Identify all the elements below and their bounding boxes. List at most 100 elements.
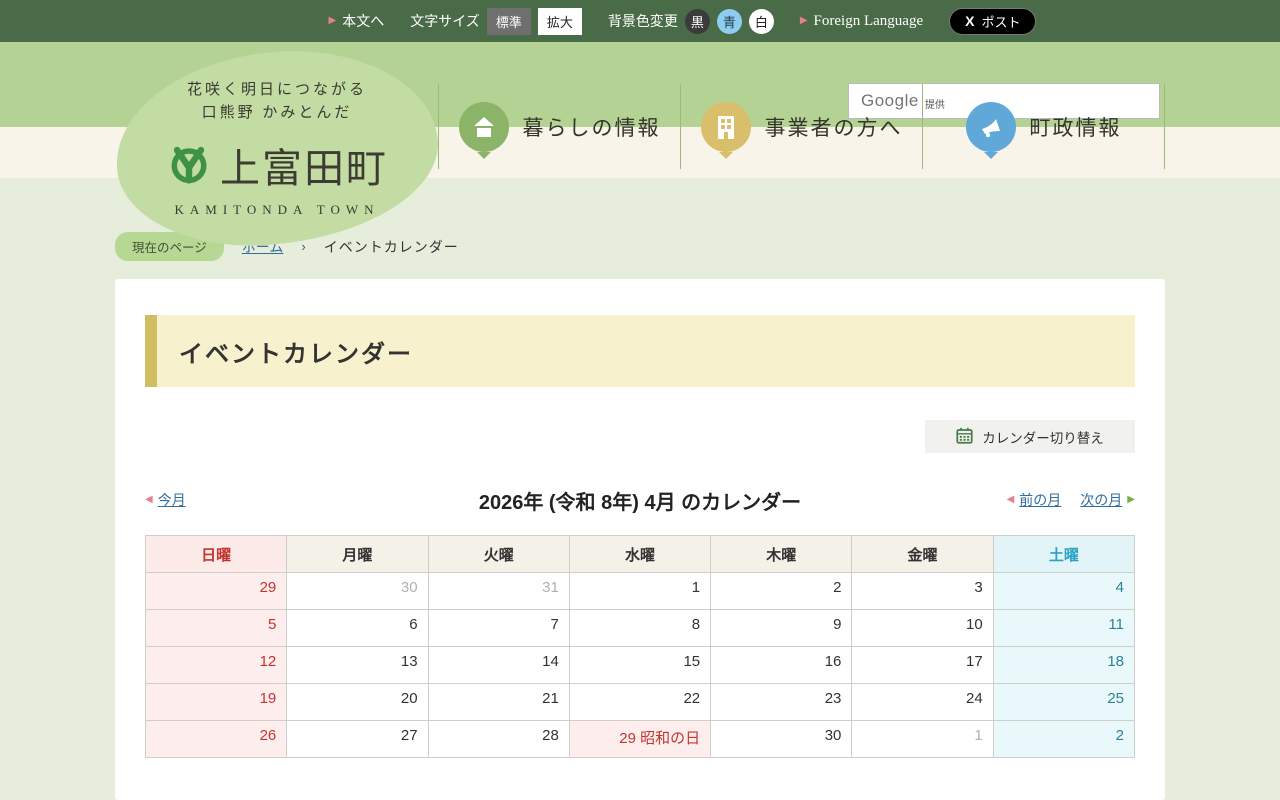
calendar-icon xyxy=(956,427,973,447)
site-header: Google 提供 暮らしの情報 xyxy=(0,42,1280,178)
building-balloon-icon xyxy=(701,102,751,152)
calendar-week-row: 26272829 昭和の日3012 xyxy=(146,721,1135,758)
breadcrumb-current: イベントカレンダー xyxy=(324,237,459,257)
day-cell: 16 xyxy=(711,647,852,684)
calendar-week-row: 567891011 xyxy=(146,610,1135,647)
logo-tagline-line2: 口熊野 かみとんだ xyxy=(166,102,388,125)
calendar-body: 2930311234567891011121314151617181920212… xyxy=(146,573,1135,758)
weekday-header: 水曜 xyxy=(569,536,710,573)
nav-item-living-info[interactable]: 暮らしの情報 xyxy=(438,84,680,169)
day-cell: 24 xyxy=(852,684,993,721)
bg-color-blue-button[interactable]: 青 xyxy=(717,9,742,34)
day-cell: 9 xyxy=(711,610,852,647)
day-cell: 1 xyxy=(852,721,993,758)
day-cell: 4 xyxy=(993,573,1134,610)
holiday-day-cell: 29 昭和の日 xyxy=(569,721,710,758)
day-cell: 19 xyxy=(146,684,287,721)
weekday-header: 金曜 xyxy=(852,536,993,573)
day-cell: 31 xyxy=(428,573,569,610)
weekday-header: 火曜 xyxy=(428,536,569,573)
nav-item-label: 町政情報 xyxy=(1030,112,1122,142)
background-color-control: 背景色変更 黒 青 白 xyxy=(608,9,774,34)
arrow-left-icon: ◀ xyxy=(145,495,153,505)
day-cell: 23 xyxy=(711,684,852,721)
town-name-english: KAMITONDA TOWN xyxy=(166,201,388,217)
skip-link-label: 本文へ xyxy=(342,11,384,31)
weekday-header: 日曜 xyxy=(146,536,287,573)
main-navigation: 暮らしの情報 事業者の方へ 町政 xyxy=(438,84,1165,169)
calendar-week-row: 2930311234 xyxy=(146,573,1135,610)
next-month-link[interactable]: 次の月 xyxy=(1080,490,1122,510)
bg-color-label: 背景色変更 xyxy=(608,11,678,31)
megaphone-balloon-icon xyxy=(966,102,1016,152)
nav-item-label: 事業者の方へ xyxy=(765,112,903,142)
bg-color-black-button[interactable]: 黒 xyxy=(685,9,710,34)
foreign-language-link[interactable]: ▶ Foreign Language xyxy=(800,13,923,30)
day-cell: 7 xyxy=(428,610,569,647)
bg-color-white-button[interactable]: 白 xyxy=(749,9,774,34)
weekday-header: 土曜 xyxy=(993,536,1134,573)
day-cell: 29 xyxy=(146,573,287,610)
logo-tagline-line1: 花咲く明日につながる xyxy=(166,79,388,102)
font-size-large-button[interactable]: 拡大 xyxy=(538,8,582,35)
event-calendar-table: 日曜月曜火曜水曜木曜金曜土曜 2930311234567891011121314… xyxy=(145,535,1135,758)
day-cell: 21 xyxy=(428,684,569,721)
calendar-week-row: 12131415161718 xyxy=(146,647,1135,684)
calendar-week-row: 19202122232425 xyxy=(146,684,1135,721)
skip-to-content-link[interactable]: ▶ 本文へ xyxy=(329,11,385,31)
nav-item-business[interactable]: 事業者の方へ xyxy=(680,84,922,169)
day-cell: 11 xyxy=(993,610,1134,647)
font-size-label: 文字サイズ xyxy=(410,11,480,31)
calendar-switch-label: カレンダー切り替え xyxy=(982,427,1104,447)
weekday-header: 月曜 xyxy=(287,536,428,573)
calendar-month-navigation: ◀ 今月 2026年 (令和 8年) 4月 のカレンダー ◀ 前の月 次の月 ▶ xyxy=(145,485,1135,515)
day-cell: 18 xyxy=(993,647,1134,684)
x-post-label: ポスト xyxy=(981,12,1020,31)
foreign-language-label: Foreign Language xyxy=(814,13,924,30)
nav-item-town-government[interactable]: 町政情報 xyxy=(922,84,1165,169)
arrow-left-icon: ◀ xyxy=(1007,495,1015,505)
day-cell: 12 xyxy=(146,647,287,684)
day-cell: 14 xyxy=(428,647,569,684)
day-cell: 27 xyxy=(287,721,428,758)
weekday-header: 木曜 xyxy=(711,536,852,573)
calendar-weekday-row: 日曜月曜火曜水曜木曜金曜土曜 xyxy=(146,536,1135,573)
day-cell: 15 xyxy=(569,647,710,684)
day-cell: 2 xyxy=(711,573,852,610)
arrow-right-icon: ▶ xyxy=(1127,495,1135,505)
day-cell: 2 xyxy=(993,721,1134,758)
day-cell: 5 xyxy=(146,610,287,647)
day-cell: 8 xyxy=(569,610,710,647)
day-cell: 26 xyxy=(146,721,287,758)
day-cell: 6 xyxy=(287,610,428,647)
town-emblem-icon xyxy=(166,139,212,190)
arrow-right-icon: ▶ xyxy=(800,16,808,26)
day-cell: 13 xyxy=(287,647,428,684)
arrow-right-icon: ▶ xyxy=(329,16,337,26)
town-name: 上富田町 xyxy=(220,135,388,193)
day-cell: 17 xyxy=(852,647,993,684)
day-cell: 25 xyxy=(993,684,1134,721)
breadcrumb-separator: › xyxy=(301,239,305,254)
day-cell: 22 xyxy=(569,684,710,721)
calendar-switch-button[interactable]: カレンダー切り替え xyxy=(925,420,1135,453)
x-post-button[interactable]: X ポスト xyxy=(949,8,1036,35)
day-cell: 3 xyxy=(852,573,993,610)
calendar-title: 2026年 (令和 8年) 4月 のカレンダー xyxy=(345,486,935,515)
house-balloon-icon xyxy=(459,102,509,152)
day-cell: 30 xyxy=(287,573,428,610)
day-cell: 30 xyxy=(711,721,852,758)
day-cell: 20 xyxy=(287,684,428,721)
day-cell: 1 xyxy=(569,573,710,610)
top-utility-bar: ▶ 本文へ 文字サイズ 標準 拡大 背景色変更 黒 青 白 ▶ Foreign … xyxy=(0,0,1280,42)
this-month-link[interactable]: 今月 xyxy=(158,490,186,510)
day-cell: 10 xyxy=(852,610,993,647)
page-title-banner: イベントカレンダー xyxy=(145,315,1135,387)
font-size-standard-button[interactable]: 標準 xyxy=(487,8,531,35)
page-title: イベントカレンダー xyxy=(157,334,413,369)
font-size-control: 文字サイズ 標準 拡大 xyxy=(410,8,582,35)
day-cell: 28 xyxy=(428,721,569,758)
prev-month-link[interactable]: 前の月 xyxy=(1019,490,1061,510)
x-logo-icon: X xyxy=(965,13,974,29)
main-content-card: イベントカレンダー カレンダー切り替え xyxy=(115,279,1165,800)
